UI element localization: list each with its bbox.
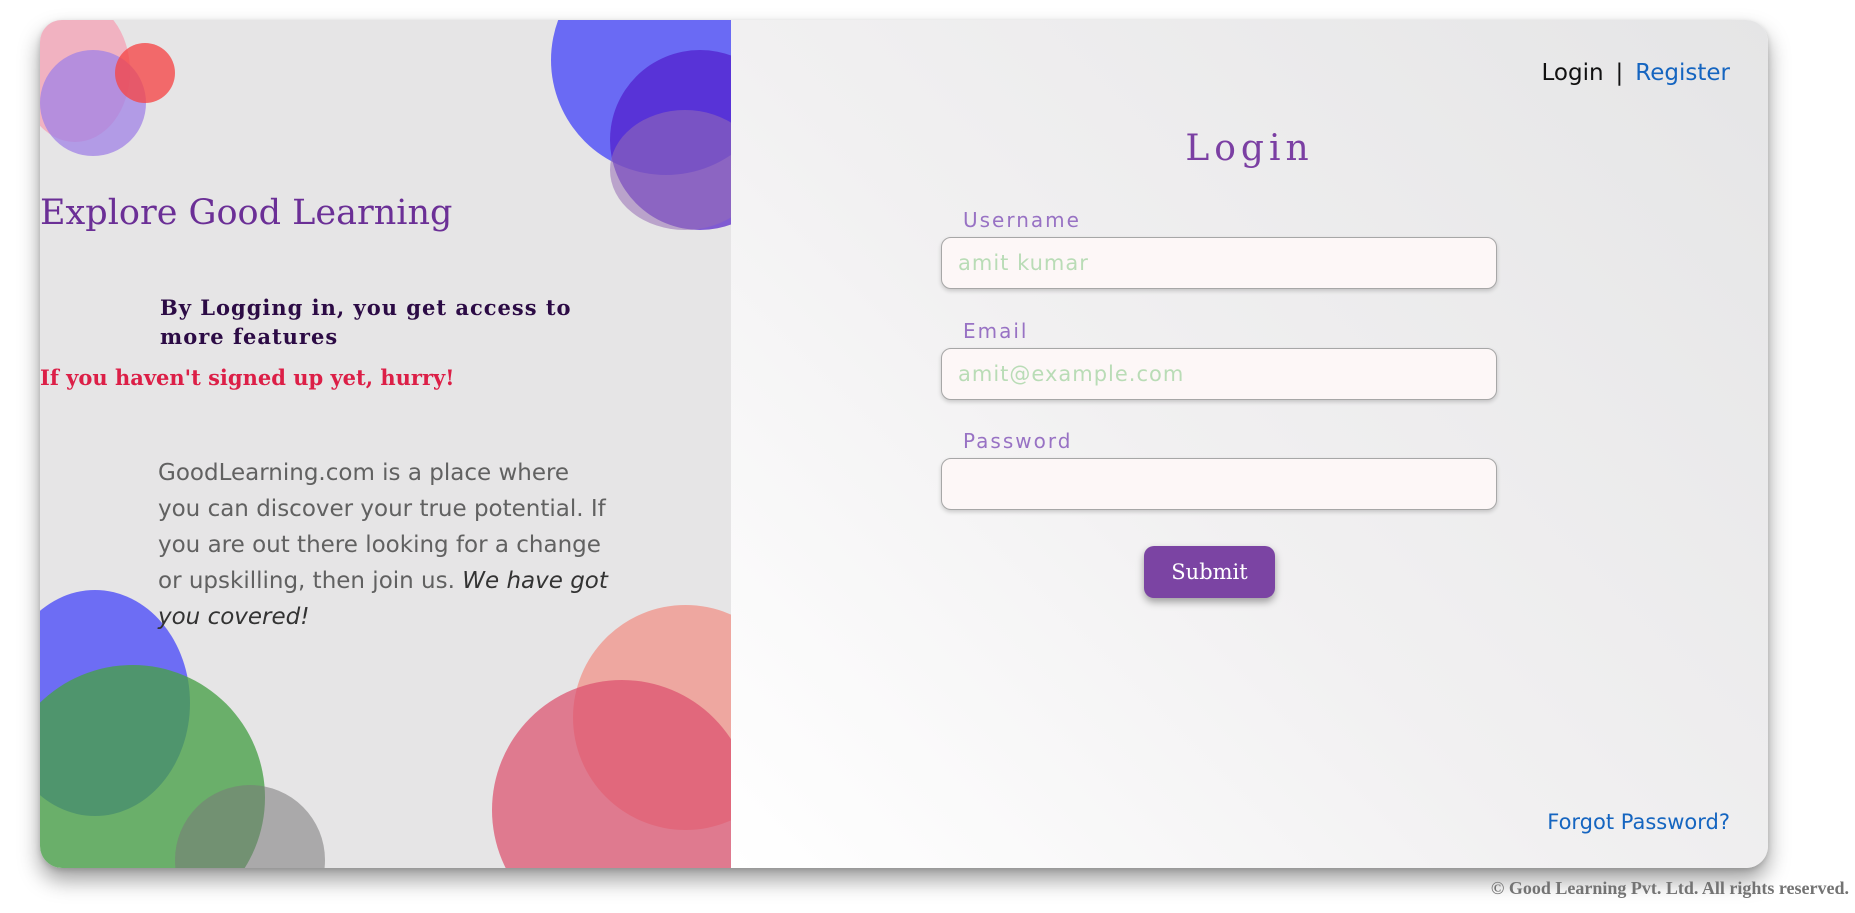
decor-circle	[492, 680, 731, 868]
nav-separator: |	[1615, 60, 1624, 86]
password-label: Password	[963, 429, 1073, 453]
email-label: Email	[963, 319, 1029, 343]
submit-button[interactable]: Submit	[1144, 546, 1275, 598]
form-title: Login	[1185, 128, 1314, 169]
welcome-panel: Explore Good Learning By Logging in, you…	[40, 20, 731, 868]
email-input[interactable]	[941, 348, 1497, 400]
access-text: By Logging in, you get access to more fe…	[160, 295, 572, 349]
hurry-text: If you haven't signed up yet, hurry!	[40, 365, 455, 390]
forgot-password-link[interactable]: Forgot Password?	[1547, 810, 1730, 834]
welcome-title: Explore Good Learning	[40, 193, 453, 233]
about-text: GoodLearning.com is a place where you ca…	[158, 455, 613, 635]
login-card: Explore Good Learning By Logging in, you…	[40, 20, 1768, 868]
nav-login[interactable]: Login	[1541, 60, 1603, 86]
username-label: Username	[963, 208, 1081, 232]
login-panel: Login | Register Login Username Email Pa…	[731, 20, 1768, 868]
nav-register-link[interactable]: Register	[1635, 60, 1730, 86]
decor-circle	[115, 43, 175, 103]
password-input[interactable]	[941, 458, 1497, 510]
copyright-footer: © Good Learning Pvt. Ltd. All rights res…	[1490, 878, 1849, 898]
username-input[interactable]	[941, 237, 1497, 289]
auth-nav: Login | Register	[1541, 60, 1730, 86]
